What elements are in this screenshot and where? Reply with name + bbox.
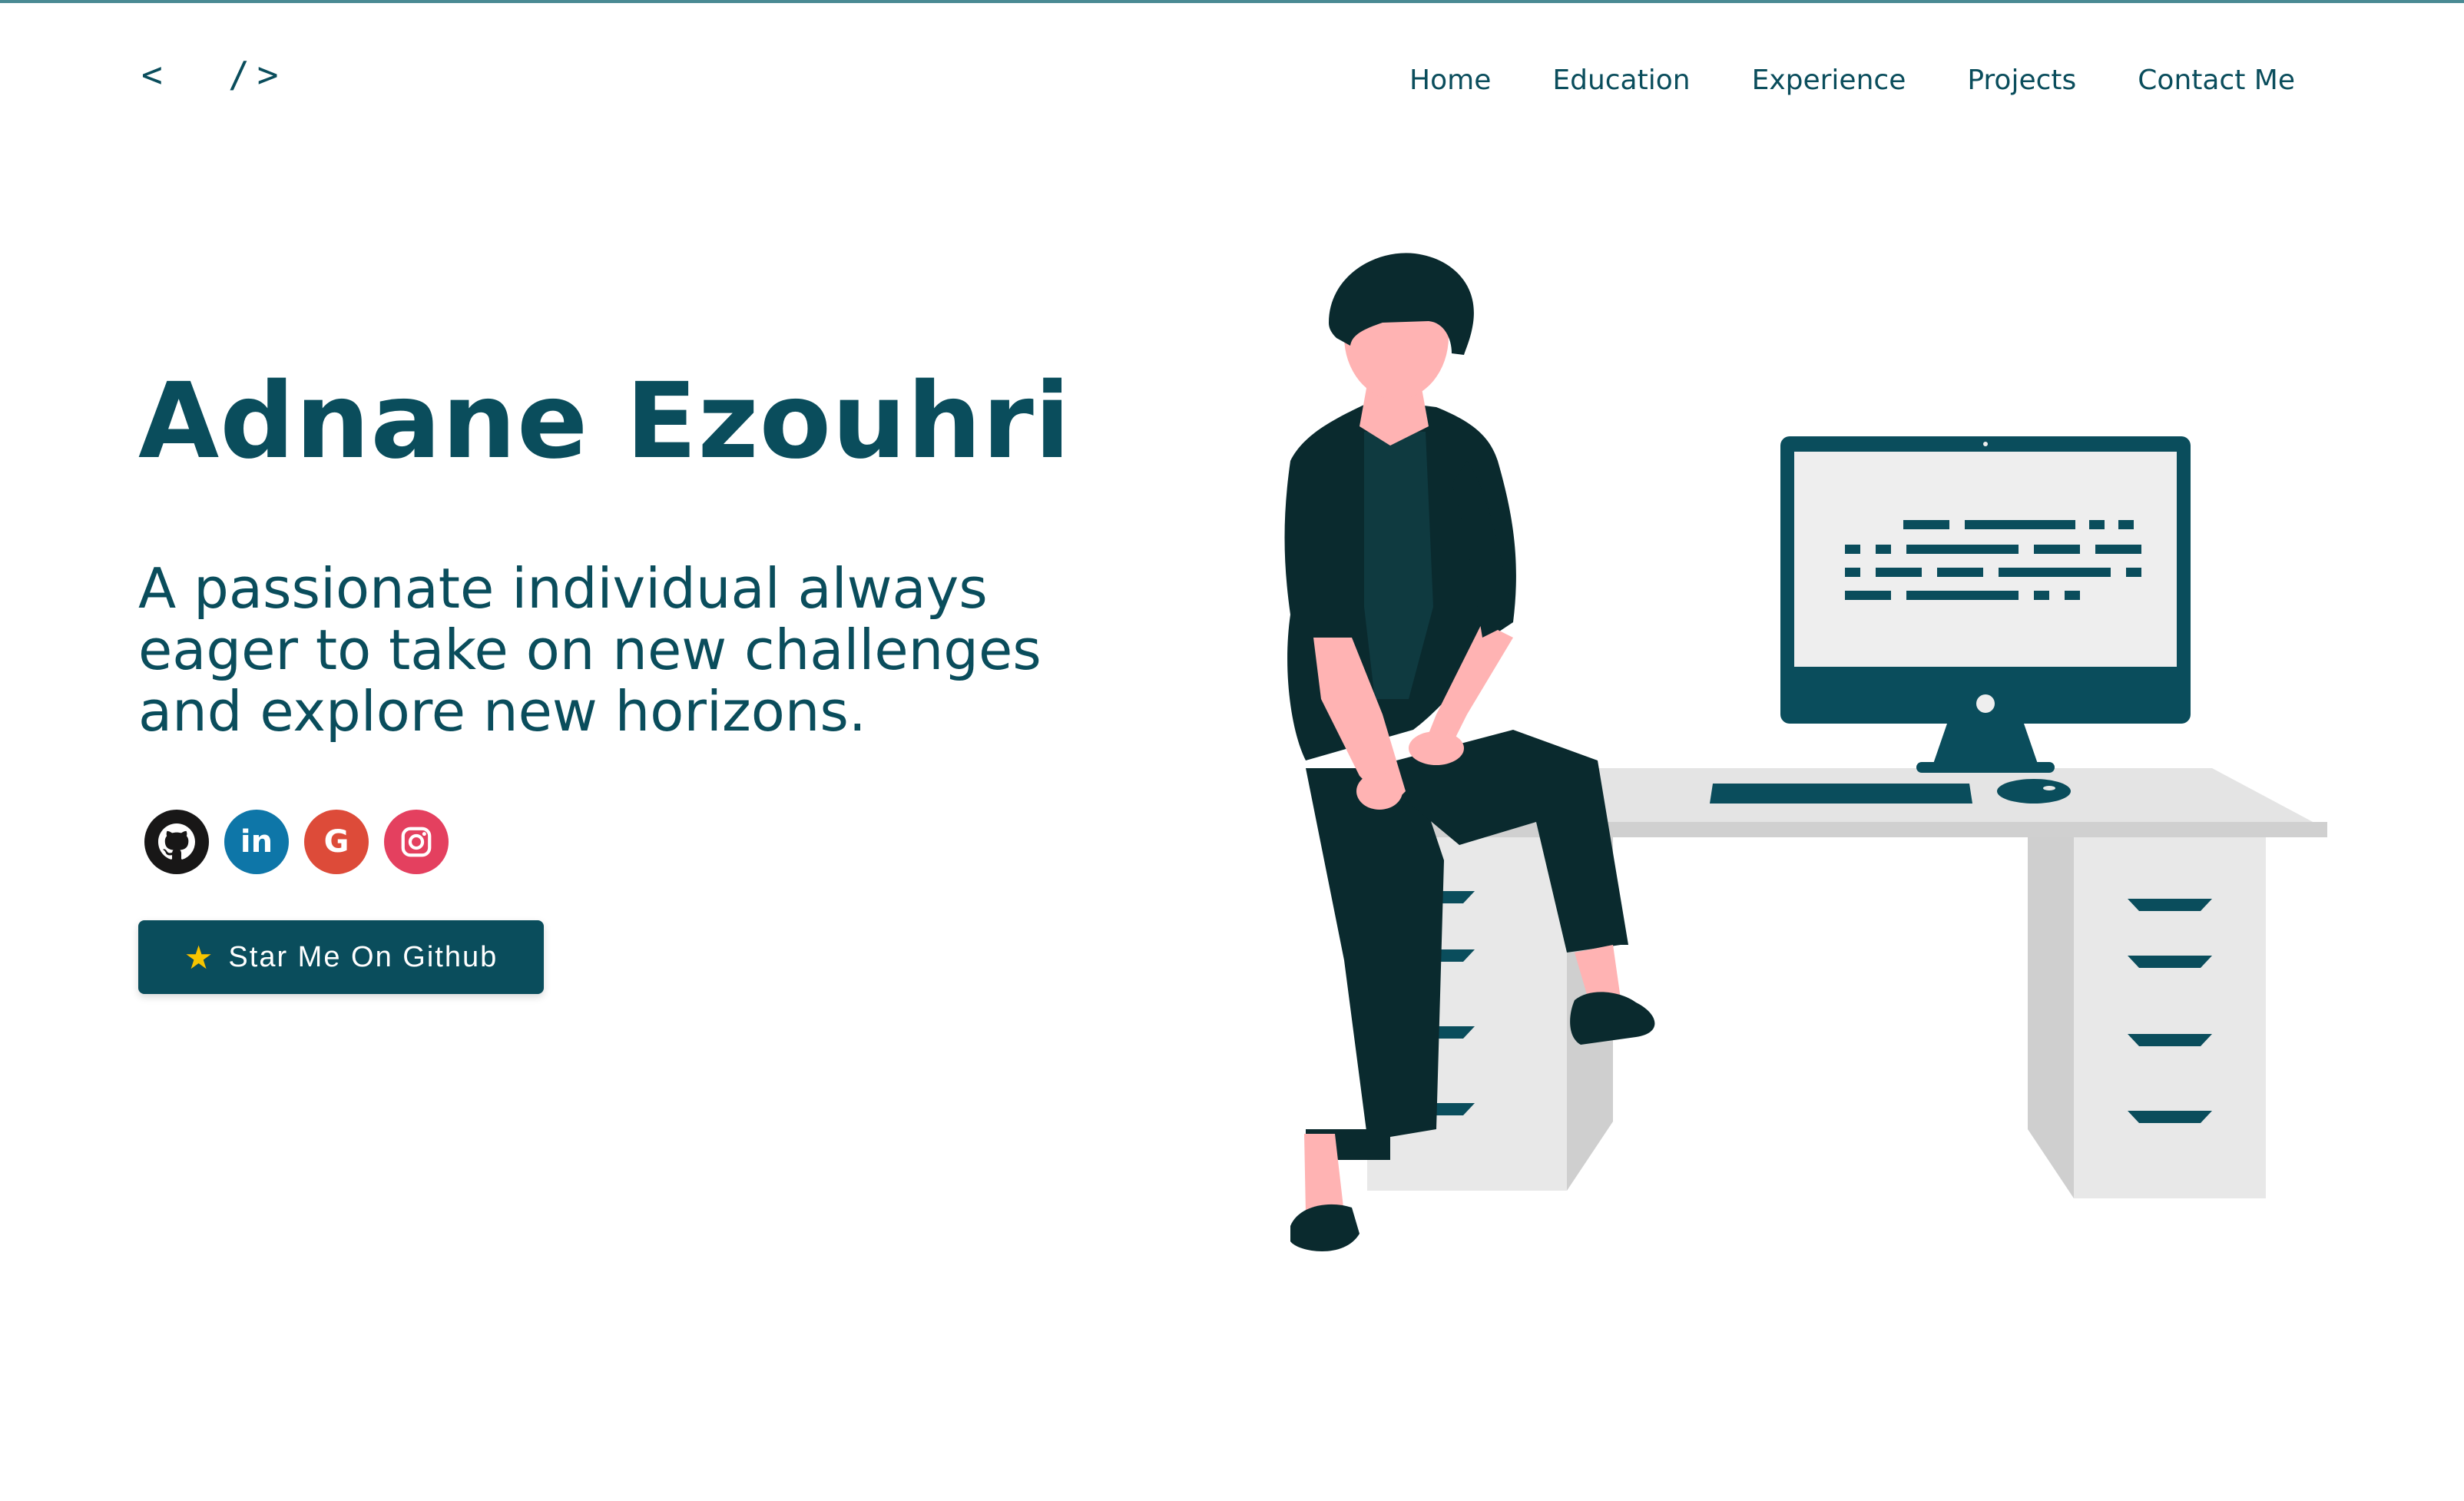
nav-experience[interactable]: Experience: [1752, 65, 1906, 96]
linkedin-link[interactable]: in: [224, 810, 289, 874]
mouse: [1997, 779, 2071, 804]
keyboard: [1710, 784, 1972, 804]
google-link[interactable]: G: [304, 810, 369, 874]
star-button-label: Star Me On Github: [228, 940, 498, 973]
nav-home[interactable]: Home: [1409, 65, 1491, 96]
main-nav: Home Education Experience Projects Conta…: [1409, 65, 2295, 96]
instagram-link[interactable]: [384, 810, 449, 874]
hero-name: Adnane Ezouhri: [138, 361, 1071, 482]
social-links: in G: [144, 810, 449, 874]
hero-tagline: A passionate individual always eager to …: [138, 556, 1042, 744]
nav-projects[interactable]: Projects: [1967, 65, 2076, 96]
github-link[interactable]: [144, 810, 209, 874]
monitor: [1780, 436, 2191, 773]
star-icon: ★: [184, 939, 215, 976]
star-on-github-button[interactable]: ★ Star Me On Github: [138, 920, 544, 994]
instagram-icon: [401, 827, 432, 857]
developer-at-desk-illustration: [1284, 253, 2327, 1251]
nav-education[interactable]: Education: [1552, 65, 1690, 96]
top-border: [0, 0, 2464, 3]
linkedin-icon: in: [240, 824, 273, 860]
google-icon: G: [323, 824, 349, 860]
site-logo[interactable]: < />: [141, 54, 286, 95]
github-icon: [158, 823, 195, 860]
desk: [1367, 768, 2327, 1198]
nav-contact-me[interactable]: Contact Me: [2138, 65, 2295, 96]
